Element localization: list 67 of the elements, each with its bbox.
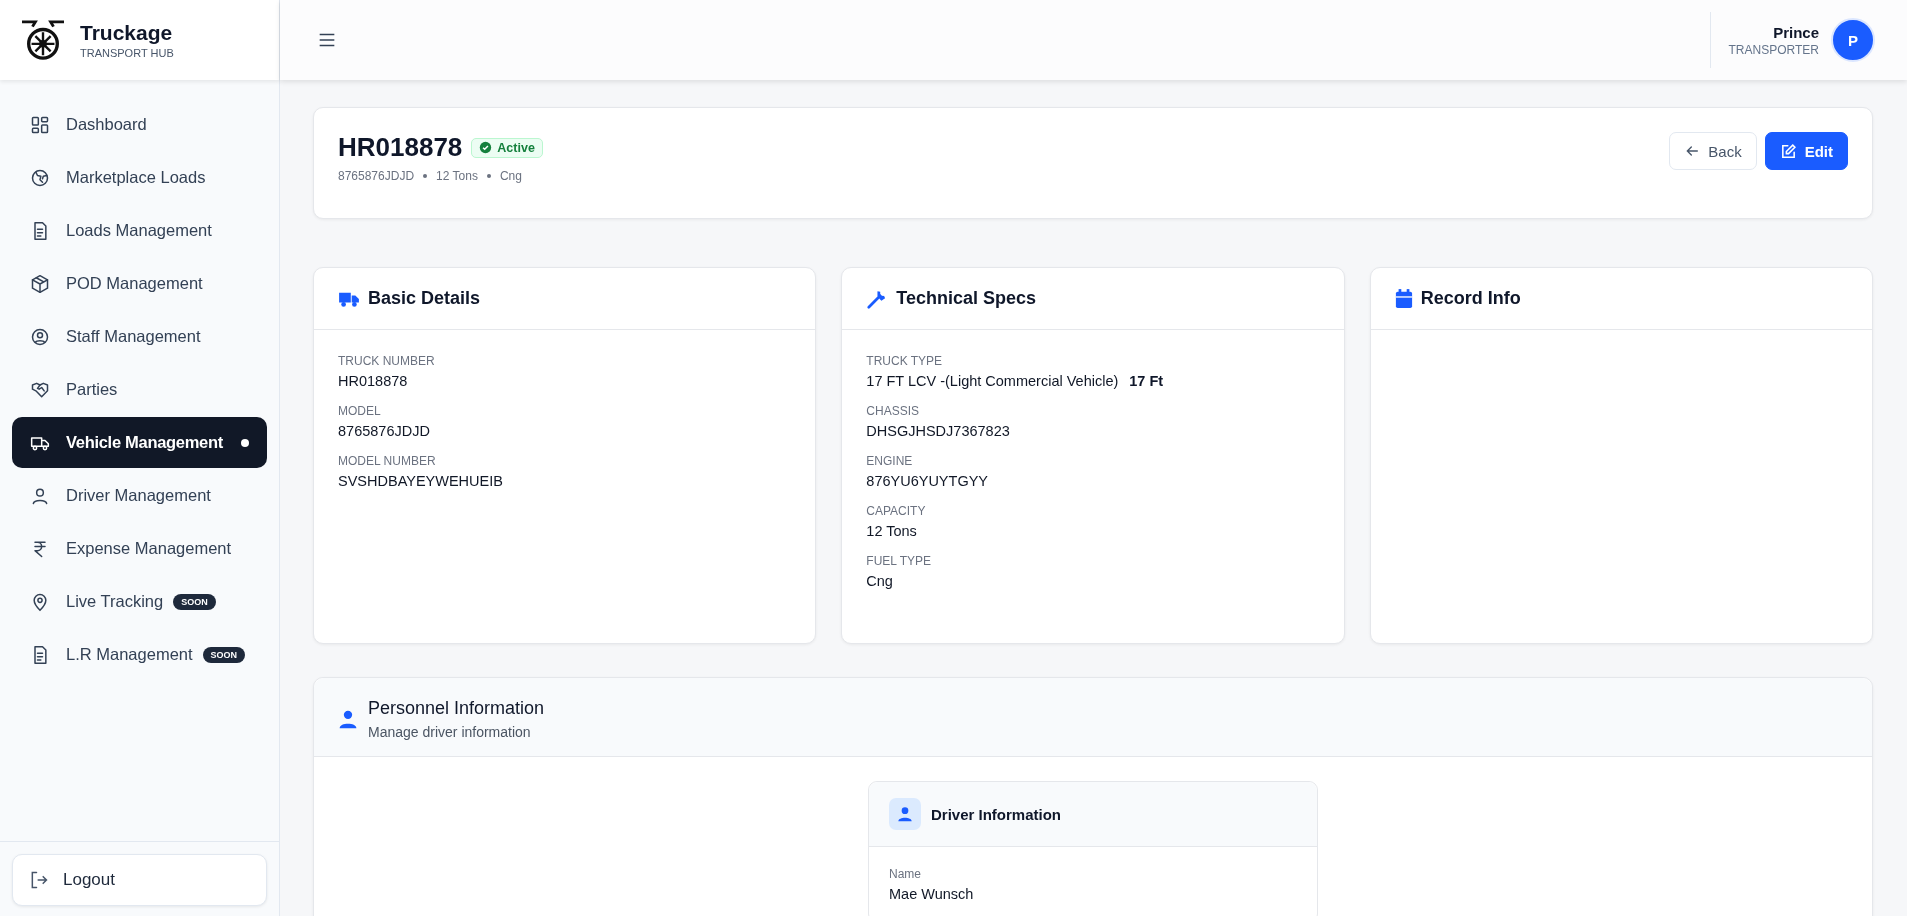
globe-icon xyxy=(30,167,50,188)
nav-item[interactable]: Parties xyxy=(12,367,267,412)
nav-item[interactable]: Loads Management xyxy=(12,208,267,253)
edit-button[interactable]: Edit xyxy=(1764,132,1848,170)
grid-icon xyxy=(30,114,50,135)
logout-icon xyxy=(29,870,49,890)
field-label: CAPACITY xyxy=(866,504,927,518)
nav-item[interactable]: Marketplace Loads xyxy=(12,155,267,200)
section-title: Personnel Information xyxy=(368,698,545,719)
field-label: MODEL xyxy=(338,404,382,418)
user-name: Prince xyxy=(1773,23,1819,41)
vehicle-meta: 12 Tons xyxy=(436,169,478,183)
field-label: TRUCK NUMBER xyxy=(338,354,436,368)
field-value: 17 FT LCV -(Light Commercial Vehicle) xyxy=(866,373,1119,389)
card-title: Basic Details xyxy=(368,288,481,309)
field-value: 876YU6YUYTGYY xyxy=(866,473,989,489)
user-icon xyxy=(338,708,358,730)
status-text: Active xyxy=(497,140,535,155)
bullet-icon xyxy=(423,174,428,178)
nav-item[interactable]: Driver Management xyxy=(12,473,267,518)
card-title: Technical Specs xyxy=(896,288,1037,309)
field-value: Mae Wunsch xyxy=(889,886,975,902)
box-icon xyxy=(30,273,50,294)
location-pin-icon xyxy=(30,591,50,612)
nav-item[interactable]: Vehicle Management xyxy=(12,417,267,468)
field-label: TRUCK TYPE xyxy=(866,354,944,368)
field-label: ENGINE xyxy=(866,454,914,468)
field-label: CHASSIS xyxy=(866,404,920,418)
check-circle-icon xyxy=(479,141,493,154)
field-note: 17 Ft xyxy=(1129,373,1164,389)
brand-name: Truckage xyxy=(80,21,174,45)
back-button[interactable]: Back xyxy=(1669,132,1757,170)
user-circle-icon xyxy=(30,326,50,347)
arrow-left-icon xyxy=(1684,143,1701,159)
field-value: DHSGJHSDJ7367823 xyxy=(866,423,1010,439)
vehicle-meta: 8765876JDJD xyxy=(338,169,415,183)
nav-item[interactable]: Dashboard xyxy=(12,102,267,147)
active-dot-icon xyxy=(241,438,249,447)
nav-item[interactable]: Expense Management xyxy=(12,526,267,571)
driver-card-title: Driver Information xyxy=(931,805,1062,823)
field-label: FUEL TYPE xyxy=(866,554,932,568)
user-avatar[interactable]: P xyxy=(1831,18,1875,62)
calendar-icon xyxy=(1394,288,1413,309)
edit-icon xyxy=(1779,142,1797,160)
user-icon xyxy=(889,798,921,830)
soon-badge: SOON xyxy=(202,646,246,663)
brand-tagline: TRANSPORT HUB xyxy=(80,47,174,59)
field-value: HR018878 xyxy=(338,373,408,389)
card-title: Record Info xyxy=(1420,288,1521,309)
bullet-icon xyxy=(486,174,491,178)
nav-item[interactable]: POD Management xyxy=(12,261,267,306)
field-label: Name xyxy=(889,867,922,881)
logout-button[interactable]: Logout xyxy=(12,854,267,906)
soon-badge: SOON xyxy=(173,593,216,610)
nav-item[interactable]: L.R Management SOON xyxy=(12,632,267,677)
field-value: Cng xyxy=(866,573,893,589)
user-role: TRANSPORTER xyxy=(1728,42,1819,57)
wheel-logo-icon xyxy=(20,19,66,61)
nav-item[interactable]: Live Tracking SOON xyxy=(12,579,267,624)
field-value: 8765876JDJD xyxy=(338,423,430,439)
field-label: MODEL NUMBER xyxy=(338,454,437,468)
vehicle-number: HR018878 xyxy=(338,132,463,163)
nav-item[interactable]: Staff Management xyxy=(12,314,267,359)
field-value: 12 Tons xyxy=(866,523,917,539)
field-value: SVSHDBAYEYWEHUEIB xyxy=(338,473,503,489)
section-subtitle: Manage driver information xyxy=(368,724,532,740)
vehicle-meta: Cng xyxy=(499,169,522,183)
